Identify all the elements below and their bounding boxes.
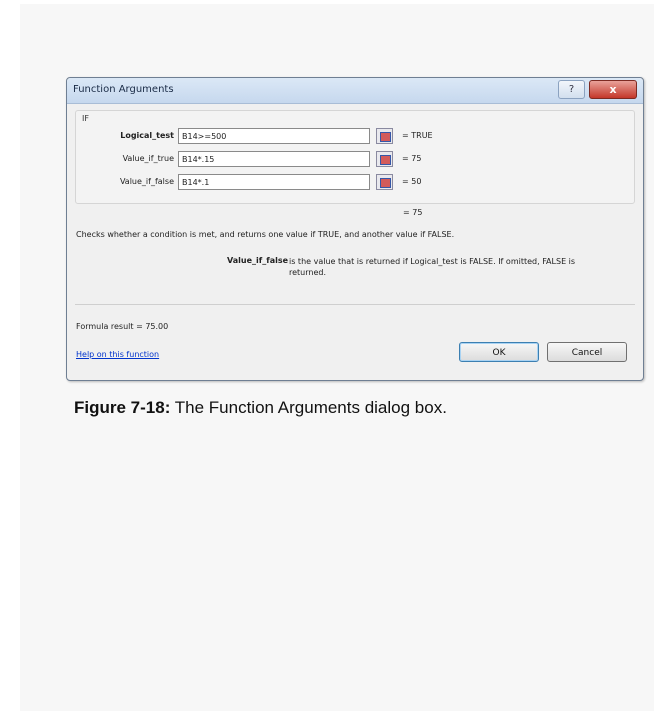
range-select-icon [380,132,391,142]
figure-number: Figure 7-18: [74,398,171,417]
range-select-icon [380,178,391,188]
parameter-name: Value_if_false [227,256,289,265]
collapse-dialog-button[interactable] [376,174,393,190]
collapse-dialog-button[interactable] [376,151,393,167]
argument-row-value-if-false: Value_if_false B14*.1 = 50 [76,174,634,192]
divider [75,304,635,305]
formula-result: Formula result = 75.00 [76,322,169,331]
close-button[interactable]: x [589,80,637,99]
function-description: Checks whether a condition is met, and r… [76,230,455,239]
logical-test-input[interactable]: B14>=500 [178,128,370,144]
argument-row-value-if-true: Value_if_true B14*.15 = 75 [76,151,634,169]
dialog-title: Function Arguments [73,84,174,95]
arguments-group: IF Logical_test B14>=500 = TRUE Value_if… [75,110,635,204]
figure-caption: Figure 7-18: The Function Arguments dial… [74,398,447,418]
function-name: IF [82,114,89,123]
argument-label: Logical_test [120,131,174,140]
help-link[interactable]: Help on this function [76,350,159,359]
help-button[interactable]: ? [558,80,585,99]
parameter-description: is the value that is returned if Logical… [289,257,576,277]
function-arguments-dialog: Function Arguments ? x IF Logical_test B… [66,77,644,381]
argument-label: Value_if_true [122,154,174,163]
total-result: = 75 [403,208,423,217]
value-if-false-input[interactable]: B14*.1 [178,174,370,190]
argument-result: = 75 [402,154,422,163]
caption-text: The Function Arguments dialog box. [170,398,447,417]
range-select-icon [380,155,391,165]
value-if-true-input[interactable]: B14*.15 [178,151,370,167]
argument-result: = 50 [402,177,422,186]
argument-row-logical-test: Logical_test B14>=500 = TRUE [76,128,634,146]
argument-label: Value_if_false [119,177,174,186]
collapse-dialog-button[interactable] [376,128,393,144]
title-bar: Function Arguments ? x [67,78,643,104]
ok-button[interactable]: OK [459,342,539,362]
argument-result: = TRUE [402,131,433,140]
cancel-button[interactable]: Cancel [547,342,627,362]
